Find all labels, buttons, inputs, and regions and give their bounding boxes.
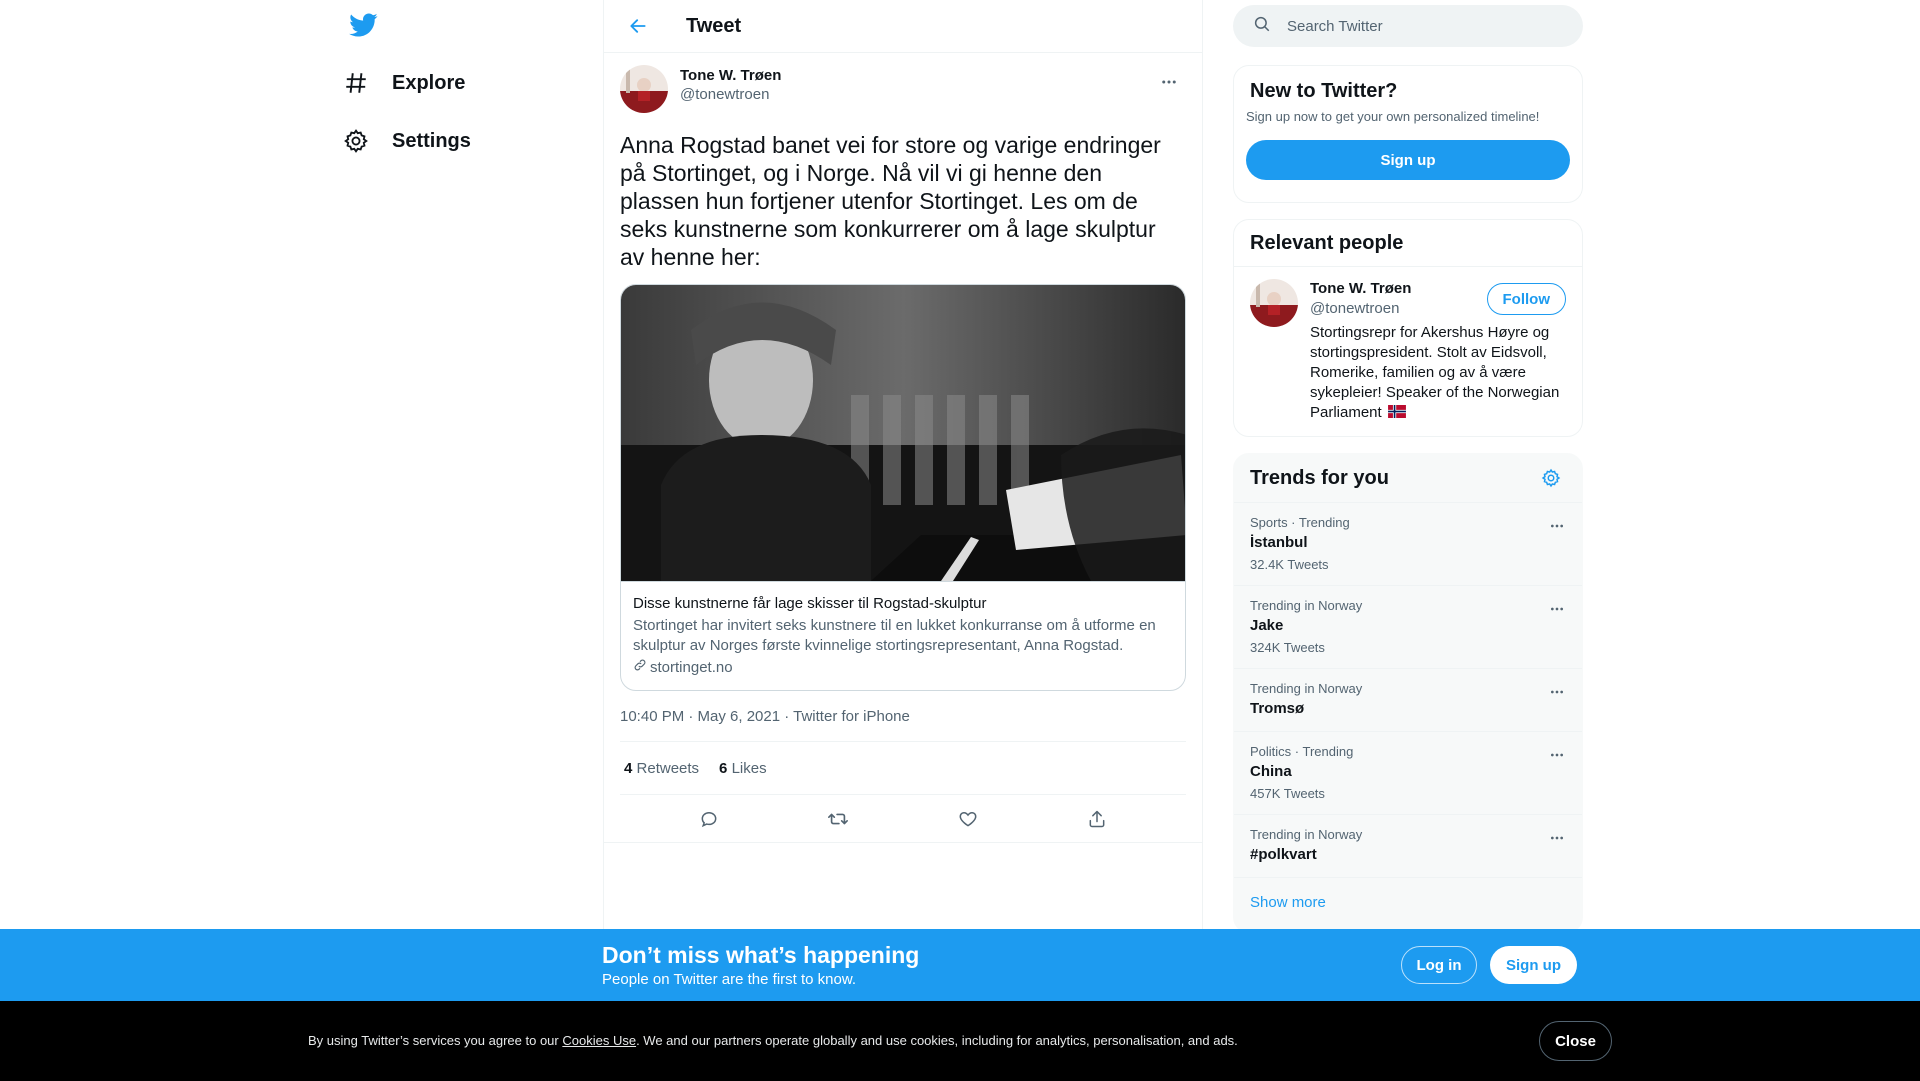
cookie-text-before: By using Twitter’s services you agree to… xyxy=(308,1033,563,1048)
trends-header: Trends for you xyxy=(1234,454,1582,503)
trend-meta: Trending in Norway xyxy=(1250,681,1363,696)
tweet-text: Anna Rogstad banet vei for store og vari… xyxy=(620,132,1161,270)
avatar[interactable] xyxy=(1250,279,1298,327)
link-card[interactable]: Disse kunstnerne får lage skisser til Ro… xyxy=(620,284,1186,691)
trend-item[interactable]: Trending in Norway #polkvart xyxy=(1234,815,1582,878)
trend-name: Tromsø xyxy=(1250,700,1305,717)
nav-item-label: Explore xyxy=(392,71,466,94)
banner-signup-button[interactable]: Sign up xyxy=(1490,946,1577,984)
retweets-stat[interactable]: 4 Retweets xyxy=(624,760,699,777)
link-icon xyxy=(633,658,647,678)
nav-item-explore[interactable]: Explore xyxy=(342,58,465,108)
trend-count: 457K Tweets xyxy=(1250,786,1325,801)
trend-count: 324K Tweets xyxy=(1250,640,1325,655)
relevant-people-panel: Relevant people Tone W. Trøen @tonewtroe… xyxy=(1233,219,1583,437)
trends-title: Trends for you xyxy=(1250,466,1389,489)
share-icon[interactable] xyxy=(1080,802,1114,836)
card-domain-text: stortinget.no xyxy=(650,659,733,676)
sidebar-signup-button[interactable]: Sign up xyxy=(1246,140,1570,180)
gear-icon xyxy=(342,127,370,155)
trends-panel: Trends for you Sports · Trending İstanbu… xyxy=(1233,453,1583,933)
search-icon xyxy=(1253,15,1271,38)
card-image xyxy=(621,285,1185,581)
cookie-text: By using Twitter’s services you agree to… xyxy=(308,1033,1238,1048)
trend-more-icon[interactable] xyxy=(1544,513,1570,539)
banner-subtitle: People on Twitter are the first to know. xyxy=(602,971,857,988)
signup-banner: Don’t miss what’s happening People on Tw… xyxy=(0,929,1920,1001)
trend-more-icon[interactable] xyxy=(1544,742,1570,768)
cookie-close-button[interactable]: Close xyxy=(1539,1021,1612,1061)
cookie-text-after: . We and our partners operate globally a… xyxy=(636,1033,1238,1048)
login-button[interactable]: Log in xyxy=(1401,946,1477,984)
trend-name: Jake xyxy=(1250,617,1284,634)
nav-item-label: Settings xyxy=(392,129,471,152)
avatar[interactable] xyxy=(620,65,668,113)
trends-settings-gear-icon[interactable] xyxy=(1536,463,1566,493)
reply-icon[interactable] xyxy=(692,802,726,836)
likes-label: Likes xyxy=(731,759,767,777)
author-names: Tone W. Trøen @tonewtroen xyxy=(680,65,781,105)
search-bar[interactable] xyxy=(1233,5,1583,47)
like-icon[interactable] xyxy=(951,802,985,836)
card-body: Disse kunstnerne får lage skisser til Ro… xyxy=(621,581,1185,690)
author-name[interactable]: Tone W. Trøen xyxy=(680,67,781,85)
person-bio-text: Stortingsrepr for Akershus Høyre og stor… xyxy=(1310,324,1560,421)
author-handle[interactable]: @tonewtroen xyxy=(680,85,781,105)
more-options-icon[interactable] xyxy=(1152,65,1186,99)
relevant-people-title: Relevant people xyxy=(1234,220,1582,267)
search-input[interactable] xyxy=(1287,17,1567,35)
twitter-bird-icon[interactable] xyxy=(348,10,380,42)
retweet-icon[interactable] xyxy=(821,802,855,836)
trend-name: İstanbul xyxy=(1250,534,1308,551)
show-more-link[interactable]: Show more xyxy=(1234,878,1582,927)
trend-item[interactable]: Sports · Trending İstanbul 32.4K Tweets xyxy=(1234,503,1582,586)
person-card[interactable]: Tone W. Trøen @tonewtroen Stortingsrepr … xyxy=(1234,267,1582,435)
banner-title: Don’t miss what’s happening xyxy=(602,942,920,968)
tweet-stats: 4 Retweets 6 Likes xyxy=(620,742,1186,795)
trend-more-icon[interactable] xyxy=(1544,596,1570,622)
trend-more-icon[interactable] xyxy=(1544,679,1570,705)
follow-button[interactable]: Follow xyxy=(1486,283,1566,315)
hashtag-icon xyxy=(342,69,370,97)
trend-count: 32.4K Tweets xyxy=(1250,557,1329,572)
cookie-banner: By using Twitter’s services you agree to… xyxy=(0,1001,1920,1081)
trend-meta: Politics · Trending xyxy=(1250,744,1354,759)
nav-item-settings[interactable]: Settings xyxy=(342,116,471,166)
trend-name: China xyxy=(1250,763,1292,780)
norway-flag-icon xyxy=(1387,405,1406,418)
twitter-app: Explore Settings Tweet Tone W. Trøen @to… xyxy=(0,0,1920,1081)
retweets-label: Retweets xyxy=(636,759,700,777)
new-to-twitter-subtitle: Sign up now to get your own personalized… xyxy=(1246,109,1540,124)
back-arrow-icon[interactable] xyxy=(620,8,656,44)
likes-count: 6 xyxy=(719,759,728,777)
person-bio: Stortingsrepr for Akershus Høyre og stor… xyxy=(1310,323,1560,423)
trend-item[interactable]: Politics · Trending China 457K Tweets xyxy=(1234,732,1582,815)
tweet-author: Tone W. Trøen @tonewtroen xyxy=(620,65,1186,117)
tweet-actions xyxy=(604,795,1202,843)
trend-name: #polkvart xyxy=(1250,846,1317,863)
trend-meta: Trending in Norway xyxy=(1250,827,1363,842)
page-title: Tweet xyxy=(686,14,742,37)
new-to-twitter-panel: New to Twitter? Sign up now to get your … xyxy=(1233,65,1583,203)
trend-item[interactable]: Trending in Norway Jake 324K Tweets xyxy=(1234,586,1582,669)
retweets-count: 4 xyxy=(624,759,633,777)
trend-meta: Sports · Trending xyxy=(1250,515,1350,530)
card-domain: stortinget.no xyxy=(633,658,1173,678)
tweet: Tone W. Trøen @tonewtroen Anna Rogstad b… xyxy=(604,53,1202,843)
new-to-twitter-title: New to Twitter? xyxy=(1250,80,1398,102)
main-column: Tweet Tone W. Trøen @tonewtroen Anna Rog… xyxy=(603,0,1203,930)
trend-meta: Trending in Norway xyxy=(1250,598,1363,613)
tweet-timestamp[interactable]: 10:40 PM · May 6, 2021 · Twitter for iPh… xyxy=(620,708,1186,742)
likes-stat[interactable]: 6 Likes xyxy=(719,760,767,777)
trend-more-icon[interactable] xyxy=(1544,825,1570,851)
cookies-use-link[interactable]: Cookies Use xyxy=(562,1033,636,1048)
card-title: Disse kunstnerne får lage skisser til Ro… xyxy=(633,595,987,612)
card-description: Stortinget har invitert seks kunstnere t… xyxy=(633,617,1156,654)
trend-item[interactable]: Trending in Norway Tromsø xyxy=(1234,669,1582,732)
main-header: Tweet xyxy=(604,0,1202,53)
